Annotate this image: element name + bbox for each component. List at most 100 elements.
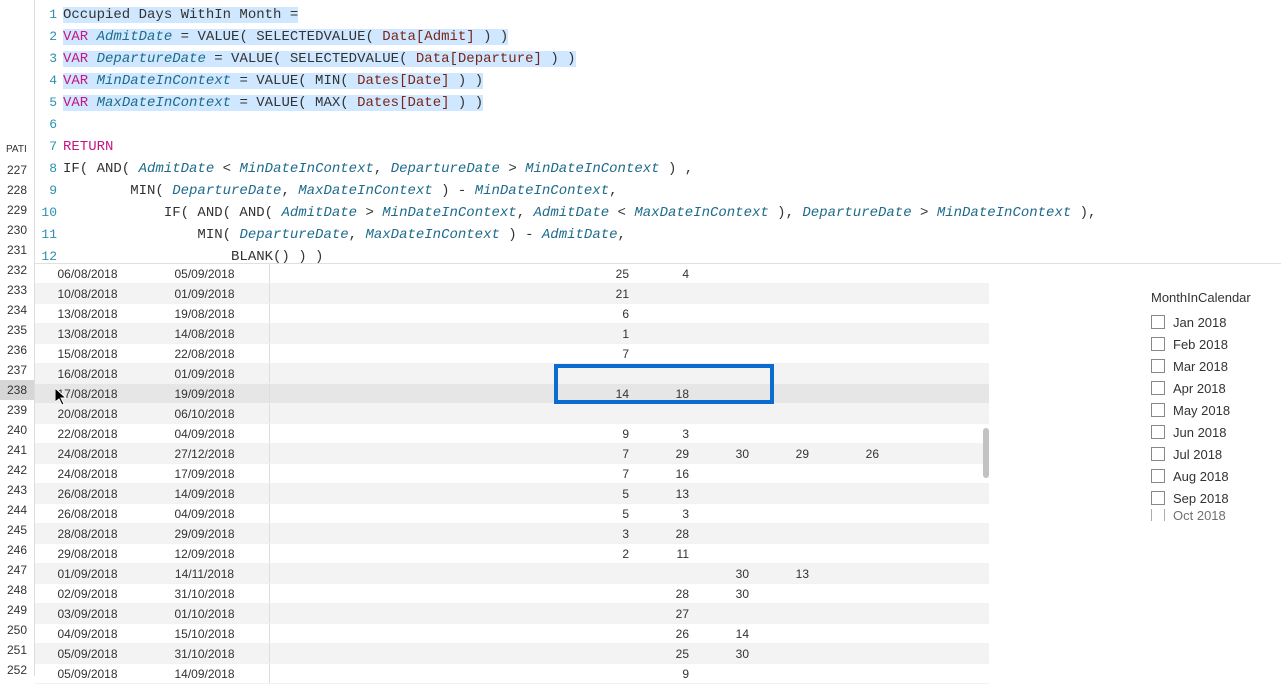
cell-v1[interactable] [270,364,635,383]
cell-v1[interactable]: 9 [270,424,635,443]
cell-dep[interactable]: 01/09/2018 [140,284,270,303]
cell-v5[interactable] [815,564,885,583]
cell-v1[interactable] [270,644,635,663]
cell-v1[interactable]: 7 [270,464,635,483]
checkbox-icon[interactable] [1151,425,1165,439]
cell-dep[interactable]: 14/09/2018 [140,664,270,683]
cell-v1[interactable]: 21 [270,284,635,303]
cell-v1[interactable]: 14 [270,384,635,403]
code-line[interactable]: IF( AND( AND( AdmitDate > MinDateInConte… [63,202,1281,224]
cell-v1[interactable]: 1 [270,324,635,343]
cell-v4[interactable] [755,344,815,363]
cell-v2[interactable]: 29 [635,444,695,463]
cell-v5[interactable] [815,284,885,303]
cell-v5[interactable] [815,644,885,663]
cell-v1[interactable]: 7 [270,344,635,363]
row-number[interactable]: 229 [0,200,34,220]
cell-v2[interactable]: 3 [635,424,695,443]
cell-v1[interactable] [270,564,635,583]
row-number[interactable]: 234 [0,300,34,320]
cell-admit[interactable]: 05/09/2018 [35,644,140,663]
checkbox-icon[interactable] [1151,447,1165,461]
code-line[interactable]: VAR DepartureDate = VALUE( SELECTEDVALUE… [63,48,1281,70]
cell-v5[interactable] [815,524,885,543]
cell-admit[interactable]: 10/08/2018 [35,284,140,303]
formula-text[interactable]: Occupied Days WithIn Month =VAR AdmitDat… [63,0,1281,263]
cell-v5[interactable] [815,624,885,643]
cell-v5[interactable] [815,544,885,563]
cell-v5[interactable]: 26 [815,444,885,463]
cell-dep[interactable]: 14/08/2018 [140,324,270,343]
cell-v3[interactable] [695,424,755,443]
cell-v3[interactable] [695,464,755,483]
slicer-item[interactable]: Aug 2018 [1151,465,1271,487]
cell-v5[interactable] [815,464,885,483]
cell-v1[interactable] [270,404,635,423]
cell-admit[interactable]: 24/08/2018 [35,464,140,483]
month-slicer[interactable]: MonthInCalendar Jan 2018Feb 2018Mar 2018… [1151,290,1271,521]
code-line[interactable]: RETURN [63,136,1281,158]
slicer-item[interactable]: Jun 2018 [1151,421,1271,443]
cell-v5[interactable] [815,404,885,423]
table-row[interactable]: 13/08/201814/08/20181 [35,324,989,344]
cell-admit[interactable]: 17/08/2018 [35,384,140,403]
cell-v4[interactable] [755,264,815,283]
cell-dep[interactable]: 29/09/2018 [140,524,270,543]
table-row[interactable]: 04/09/201815/10/20182614 [35,624,989,644]
cell-v1[interactable]: 5 [270,484,635,503]
cell-admit[interactable]: 16/08/2018 [35,364,140,383]
cell-v5[interactable] [815,504,885,523]
cell-admit[interactable]: 03/09/2018 [35,604,140,623]
code-line[interactable]: Occupied Days WithIn Month = [63,4,1281,26]
table-row[interactable]: 24/08/201817/09/2018716 [35,464,989,484]
code-line[interactable]: MIN( DepartureDate, MaxDateInContext ) -… [63,180,1281,202]
cell-admit[interactable]: 13/08/2018 [35,304,140,323]
code-line[interactable] [63,114,1281,136]
cell-dep[interactable]: 17/09/2018 [140,464,270,483]
cell-v2[interactable] [635,324,695,343]
cell-v3[interactable] [695,504,755,523]
row-number[interactable]: 246 [0,540,34,560]
cell-admit[interactable]: 28/08/2018 [35,524,140,543]
cell-v1[interactable]: 2 [270,544,635,563]
cell-v4[interactable]: 29 [755,444,815,463]
cell-v5[interactable] [815,604,885,623]
slicer-item[interactable]: Apr 2018 [1151,377,1271,399]
cell-v4[interactable] [755,484,815,503]
cell-v4[interactable] [755,284,815,303]
checkbox-icon[interactable] [1151,509,1165,521]
cell-v3[interactable] [695,264,755,283]
data-table[interactable]: 06/08/201805/09/201825410/08/201801/09/2… [35,264,989,676]
table-row[interactable]: 29/08/201812/09/2018211 [35,544,989,564]
cell-admit[interactable]: 04/09/2018 [35,624,140,643]
row-number[interactable]: 240 [0,420,34,440]
cell-v3[interactable] [695,384,755,403]
cell-v1[interactable] [270,664,635,683]
table-row[interactable]: 24/08/201827/12/2018729302926 [35,444,989,464]
row-number[interactable]: 248 [0,580,34,600]
cell-dep[interactable]: 01/10/2018 [140,604,270,623]
cell-admit[interactable]: 05/09/2018 [35,664,140,683]
cell-v4[interactable] [755,324,815,343]
row-number[interactable]: 228 [0,180,34,200]
row-number[interactable]: 249 [0,600,34,620]
cell-v2[interactable]: 28 [635,584,695,603]
cell-dep[interactable]: 27/12/2018 [140,444,270,463]
cell-v2[interactable]: 28 [635,524,695,543]
row-number[interactable]: 247 [0,560,34,580]
cell-admit[interactable]: 13/08/2018 [35,324,140,343]
cell-v3[interactable] [695,284,755,303]
cell-dep[interactable]: 04/09/2018 [140,504,270,523]
table-row[interactable]: 05/09/201831/10/20182530 [35,644,989,664]
cell-v3[interactable] [695,524,755,543]
row-number[interactable]: 243 [0,480,34,500]
checkbox-icon[interactable] [1151,315,1165,329]
cell-v4[interactable] [755,664,815,683]
row-number[interactable]: 227 [0,160,34,180]
table-row[interactable]: 26/08/201804/09/201853 [35,504,989,524]
cell-v4[interactable] [755,584,815,603]
cell-admit[interactable]: 22/08/2018 [35,424,140,443]
cell-v3[interactable]: 30 [695,584,755,603]
cell-v1[interactable] [270,604,635,623]
checkbox-icon[interactable] [1151,337,1165,351]
